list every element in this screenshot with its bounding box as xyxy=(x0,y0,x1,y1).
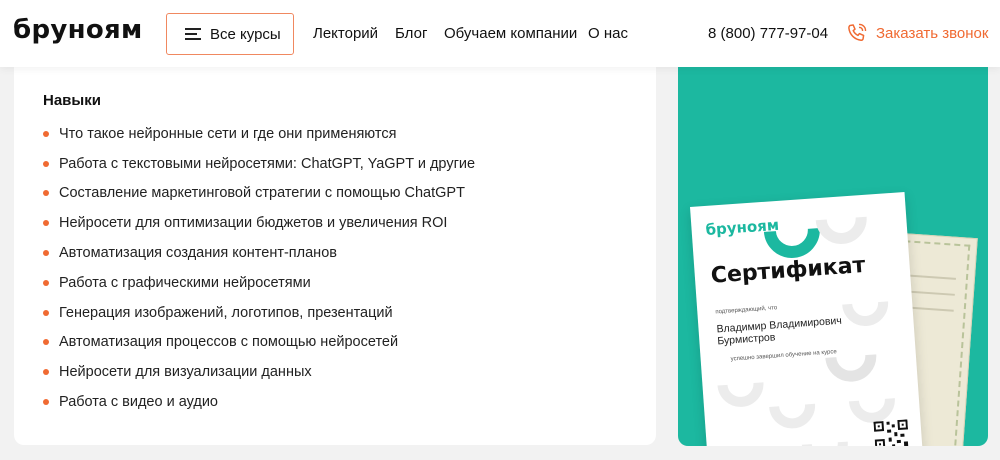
bullet-dot-icon xyxy=(43,220,49,227)
skill-text: Нейросети для визуализации данных xyxy=(59,364,312,381)
bullet-dot-icon xyxy=(43,250,49,257)
bullet-dot-icon xyxy=(43,130,49,137)
skills-card: Навыки Что такое нейронные сети и где он… xyxy=(14,67,656,445)
skill-text: Работа с текстовыми нейросетями: ChatGPT… xyxy=(59,155,476,172)
skill-item: Работа с текстовыми нейросетями: ChatGPT… xyxy=(43,149,475,179)
phone-call-icon xyxy=(848,23,867,41)
skill-text: Нейросети для оптимизации бюджетов и уве… xyxy=(59,215,448,232)
nav-about[interactable]: О нас xyxy=(588,25,628,42)
bullet-dot-icon xyxy=(43,369,49,376)
site-logo[interactable]: бруноям xyxy=(13,15,143,45)
skill-item: Работа с графическими нейросетями xyxy=(43,268,475,298)
skills-title: Навыки xyxy=(43,92,101,109)
bullet-dot-icon xyxy=(43,399,49,406)
skill-item: Работа с видео и аудио xyxy=(43,387,475,417)
certificate-sheet: бруноям Сертификат подтверждающий, что В… xyxy=(690,192,924,446)
skill-text: Работа с видео и аудио xyxy=(59,394,218,411)
qr-code-icon xyxy=(873,419,909,446)
phone-number[interactable]: 8 (800) 777-97-04 xyxy=(708,25,828,42)
skill-text: Что такое нейронные сети и где они приме… xyxy=(59,125,397,142)
certificate-panel: бруноям Сертификат подтверждающий, что В… xyxy=(678,67,988,446)
nav-corporate-training[interactable]: Обучаем компании xyxy=(444,25,577,42)
hamburger-icon xyxy=(185,28,201,40)
skill-item: Генерация изображений, логотипов, презен… xyxy=(43,298,475,328)
skill-item: Автоматизация процессов с помощью нейрос… xyxy=(43,328,475,358)
skill-text: Генерация изображений, логотипов, презен… xyxy=(59,304,393,321)
site-header: бруноям Все курсы Лекторий Блог Обучаем … xyxy=(0,0,1000,67)
skill-item: Составление маркетинговой стратегии с по… xyxy=(43,179,475,209)
bullet-dot-icon xyxy=(43,309,49,316)
all-courses-label: Все курсы xyxy=(210,25,281,43)
nav-lectorium[interactable]: Лекторий xyxy=(313,25,378,42)
bullet-dot-icon xyxy=(43,190,49,197)
skill-item: Автоматизация создания контент-планов xyxy=(43,238,475,268)
skill-text: Автоматизация процессов с помощью нейрос… xyxy=(59,334,399,351)
bullet-dot-icon xyxy=(43,339,49,346)
bullet-dot-icon xyxy=(43,279,49,286)
skills-list: Что такое нейронные сети и где они приме… xyxy=(43,119,475,417)
skill-item: Нейросети для оптимизации бюджетов и уве… xyxy=(43,208,475,238)
skill-text: Работа с графическими нейросетями xyxy=(59,274,311,291)
bullet-dot-icon xyxy=(43,160,49,167)
skill-item: Нейросети для визуализации данных xyxy=(43,357,475,387)
callback-link[interactable]: Заказать звонок xyxy=(846,22,988,44)
callback-label: Заказать звонок xyxy=(876,24,989,42)
skill-item: Что такое нейронные сети и где они приме… xyxy=(43,119,475,149)
all-courses-button[interactable]: Все курсы xyxy=(166,13,294,55)
skill-text: Составление маркетинговой стратегии с по… xyxy=(59,185,465,202)
nav-blog[interactable]: Блог xyxy=(395,25,427,42)
skill-text: Автоматизация создания контент-планов xyxy=(59,245,337,262)
